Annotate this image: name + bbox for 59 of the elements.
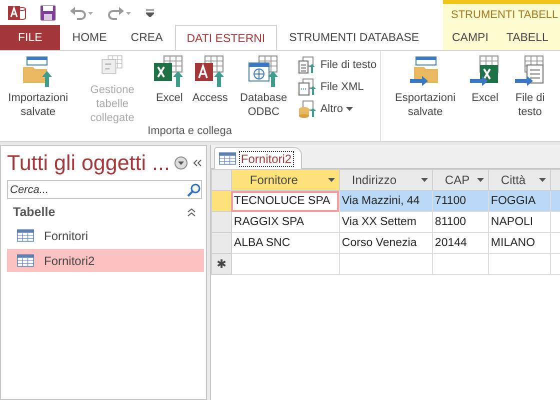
- nav-pane-title: Tutti gli oggetti ...: [7, 150, 170, 176]
- ribbon-button[interactable]: Excel: [151, 55, 188, 125]
- table-cell: Via Mazzini, 44: [339, 190, 432, 212]
- ribbon-tab[interactable]: STRUMENTI DATABASE: [277, 25, 432, 50]
- redo-icon[interactable]: [108, 6, 132, 20]
- table-cell: TECNOLUCE SPA: [231, 190, 340, 212]
- contextual-group-label: STRUMENTI TABELL: [450, 8, 560, 23]
- ribbon-button[interactable]: Esportazioni salvate: [388, 55, 464, 139]
- search-icon[interactable]: [186, 182, 201, 196]
- column-header[interactable]: Fornitore: [231, 170, 340, 190]
- ribbon-tab[interactable]: FILE: [0, 25, 60, 50]
- xml-file-icon: [298, 78, 318, 96]
- nav-item[interactable]: Fornitori: [7, 224, 204, 247]
- ribbon-button[interactable]: File di testo: [507, 55, 553, 139]
- sort-caret-icon: [420, 178, 428, 182]
- new-row-marker: ✱: [211, 254, 232, 274]
- customize-icon[interactable]: [146, 8, 154, 16]
- ribbon-button[interactable]: Importazioni salvate: [3, 55, 74, 125]
- ribbon-tab[interactable]: CAMPI: [443, 26, 498, 50]
- column-header[interactable]: Indirizzo: [339, 170, 432, 190]
- table-icon: [17, 254, 34, 267]
- app-logo-icon: [8, 4, 26, 22]
- collapse-chevron-icon[interactable]: [186, 208, 196, 216]
- sort-caret-icon: [476, 178, 484, 182]
- table-cell: Corso Venezia: [339, 232, 432, 254]
- nav-item[interactable]: Fornitori2: [7, 249, 204, 272]
- ribbon-button[interactable]: File di testo: [298, 55, 377, 74]
- collapse-icon[interactable]: [192, 158, 202, 168]
- ribbon-button[interactable]: Altro: [298, 99, 377, 118]
- table-icon: [218, 152, 236, 165]
- table-cell: 20144: [432, 232, 488, 254]
- column-header[interactable]: Città: [488, 170, 550, 190]
- table-cell: 71100: [432, 190, 488, 212]
- table-cell: FOGGIA: [488, 190, 550, 212]
- sort-caret-icon: [328, 178, 335, 182]
- column-header[interactable]: CAP: [432, 170, 488, 190]
- search-field[interactable]: Cerca...: [7, 180, 202, 199]
- table-cell: NAPOLI: [488, 212, 550, 232]
- ribbon-button[interactable]: Access: [191, 55, 229, 125]
- table-cell: RAGGIX SPA: [231, 212, 340, 232]
- save-icon[interactable]: [40, 4, 56, 20]
- table-cell: MILANO: [488, 232, 550, 254]
- document-tab[interactable]: Fornitori2: [214, 147, 302, 169]
- sort-caret-icon: [538, 178, 546, 182]
- table-cell: Via XX Settem: [339, 212, 432, 232]
- ribbon-button[interactable]: Database ODBC: [232, 55, 294, 125]
- ribbon-button[interactable]: Excel: [467, 55, 504, 139]
- table-cell: ALBA SNC: [231, 232, 340, 254]
- table-icon: [17, 229, 34, 242]
- ribbon-tab[interactable]: HOME: [60, 25, 119, 50]
- dropdown-icon[interactable]: [174, 156, 188, 170]
- group-header[interactable]: Tabelle: [13, 205, 56, 219]
- ribbon-tab[interactable]: DATI ESTERNI: [174, 25, 278, 51]
- ribbon-button[interactable]: File XML: [298, 77, 377, 96]
- text-file-icon: [298, 56, 318, 74]
- table-cell: 81100: [432, 212, 488, 232]
- undo-icon[interactable]: [70, 6, 94, 20]
- ribbon-tab[interactable]: TABELL: [497, 26, 558, 50]
- ribbon-tab[interactable]: CREA: [118, 25, 175, 50]
